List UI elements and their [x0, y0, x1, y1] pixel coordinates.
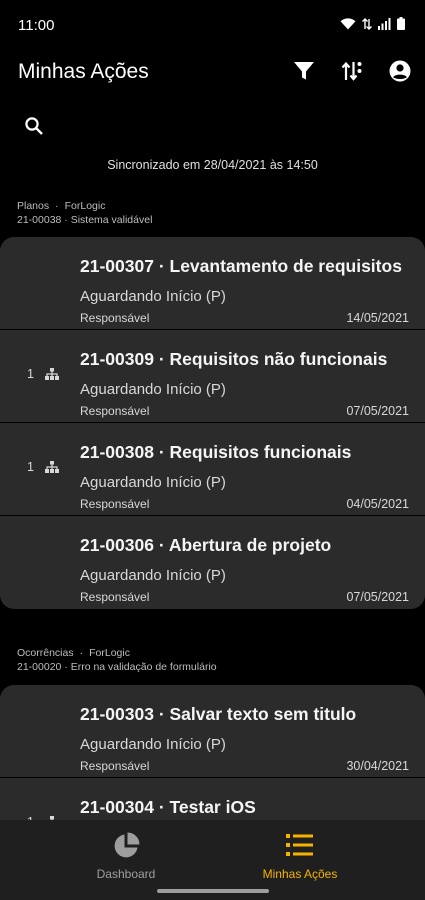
card-date: 14/05/2021: [346, 311, 409, 325]
group-subtitle: 21-00038 · Sistema validável: [17, 214, 153, 226]
card-group-ocorrencias: 21-00303 · Salvar texto sem titulo Aguar…: [0, 685, 425, 820]
card-role: Responsável: [80, 497, 150, 511]
account-icon: [389, 60, 411, 82]
status-bar: 11:00: [0, 0, 425, 52]
app-bar: Minhas Ações: [0, 52, 425, 96]
card-title: 21-00309 · Requisitos não funcionais: [80, 349, 388, 369]
action-card[interactable]: 1 21-00308 · Requisitos funcionais Aguar…: [0, 423, 425, 516]
page-title: Minhas Ações: [18, 60, 149, 83]
status-time: 11:00: [18, 17, 55, 34]
card-title: 21-00308 · Requisitos funcionais: [80, 442, 352, 462]
group-subtitle: 21-00020 · Erro na validação de formulár…: [17, 661, 217, 673]
bottom-nav: Dashboard Minhas Ações: [0, 820, 425, 900]
pie-chart-icon: [114, 832, 140, 858]
data-4g-icon: [362, 17, 372, 30]
sync-status: Sincronizado em 28/04/2021 às 14:50: [107, 158, 318, 172]
app-bar-actions: [291, 58, 413, 84]
card-date: 30/04/2021: [346, 759, 409, 773]
card-role: Responsável: [80, 311, 150, 325]
battery-icon: [397, 17, 405, 30]
card-date: 07/05/2021: [346, 404, 409, 418]
sort-button[interactable]: [339, 58, 365, 84]
card-role: Responsável: [80, 759, 150, 773]
group-header: Planos · ForLogic 21-00038 · Sistema valid…: [17, 199, 152, 227]
card-title: 21-00307 · Levantamento de requisitos: [80, 256, 402, 276]
card-date: 07/05/2021: [346, 590, 409, 604]
action-card[interactable]: 1 21-00304 · Testar iOS: [0, 778, 425, 820]
group-type-line: Ocorrências · ForLogic: [17, 647, 130, 659]
wifi-icon: [340, 17, 356, 29]
card-status: Aguardando Início (P): [80, 381, 226, 398]
subtask-count: 1: [27, 460, 34, 474]
hierarchy-icon: [45, 368, 59, 380]
hierarchy-icon: [45, 461, 59, 473]
card-status: Aguardando Início (P): [80, 288, 226, 305]
nav-item-minhas-acoes[interactable]: Minhas Ações: [230, 832, 370, 881]
card-title: 21-00303 · Salvar texto sem titulo: [80, 704, 357, 724]
filter-icon: [294, 62, 314, 80]
card-status: Aguardando Início (P): [80, 474, 226, 491]
group-header: Ocorrências · ForLogic 21-00020 · Erro na …: [17, 646, 217, 674]
card-date: 04/05/2021: [346, 497, 409, 511]
group-type-line: Planos · ForLogic: [17, 200, 106, 212]
action-card[interactable]: 1 21-00309 · Requisitos não funcionais A…: [0, 330, 425, 423]
nav-item-dashboard[interactable]: Dashboard: [56, 832, 196, 881]
card-title: 21-00304 · Testar iOS: [80, 797, 256, 817]
account-button[interactable]: [387, 58, 413, 84]
nav-label: Minhas Ações: [262, 867, 338, 881]
nav-icon-wrap: [230, 832, 370, 860]
action-card[interactable]: 21-00306 · Abertura de projeto Aguardand…: [0, 516, 425, 609]
nav-icon-wrap: [56, 832, 196, 860]
group-type: Ocorrências: [17, 647, 74, 659]
card-status: Aguardando Início (P): [80, 567, 226, 584]
sort-icon: [341, 61, 362, 81]
signal-icon: [378, 17, 391, 30]
list-icon: [286, 834, 313, 856]
group-company: ForLogic: [89, 647, 130, 659]
search-icon: [25, 117, 43, 135]
search-button[interactable]: [20, 112, 48, 140]
card-title: 21-00306 · Abertura de projeto: [80, 535, 332, 555]
group-type: Planos: [17, 200, 50, 212]
filter-button[interactable]: [291, 58, 317, 84]
status-icons: [340, 17, 405, 30]
card-group-planos: 21-00307 · Levantamento de requisitos Ag…: [0, 237, 425, 609]
subtask-count: 1: [27, 367, 34, 381]
card-status: Aguardando Início (P): [80, 736, 226, 753]
gesture-bar[interactable]: [157, 889, 269, 893]
card-role: Responsável: [80, 404, 150, 418]
card-role: Responsável: [80, 590, 150, 604]
action-card[interactable]: 21-00307 · Levantamento de requisitos Ag…: [0, 237, 425, 330]
action-card[interactable]: 21-00303 · Salvar texto sem titulo Aguar…: [0, 685, 425, 778]
group-company: ForLogic: [64, 200, 106, 212]
nav-label: Dashboard: [96, 867, 156, 881]
